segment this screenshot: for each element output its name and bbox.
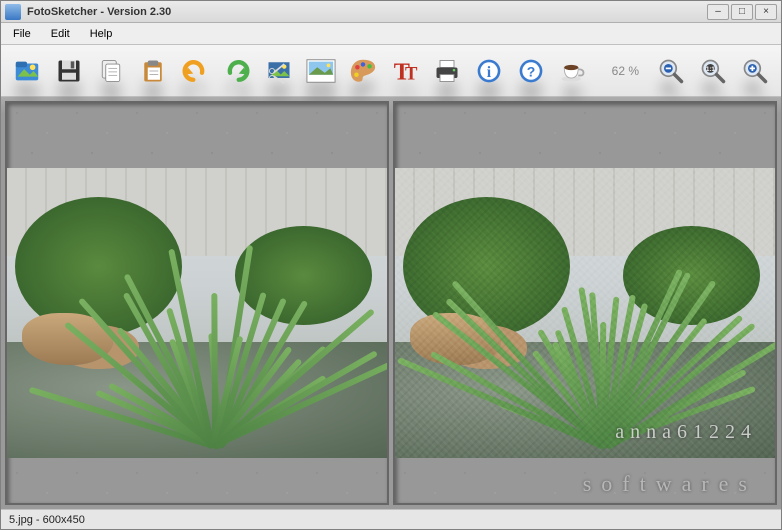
status-text: 5.jpg - 600x450 (9, 514, 85, 526)
close-button[interactable]: × (755, 4, 777, 20)
crop-icon (265, 57, 293, 85)
statusbar: 5.jpg - 600x450 (1, 509, 781, 529)
help-icon: ? (517, 57, 545, 85)
titlebar: FotoSketcher - Version 2.30 – □ × (1, 1, 781, 23)
maximize-button[interactable]: □ (731, 4, 753, 20)
print-button[interactable] (429, 53, 465, 89)
save-button[interactable] (51, 53, 87, 89)
undo-icon (181, 57, 209, 85)
palette-icon (348, 57, 378, 85)
text-button[interactable]: TT (387, 53, 423, 89)
info-button[interactable]: i (471, 53, 507, 89)
toolbar: TT i ? 62 % 1:1 (1, 45, 781, 97)
palette-button[interactable] (345, 53, 381, 89)
copy-icon (97, 57, 125, 85)
watermark-line2: softwares (583, 471, 757, 497)
source-pane[interactable] (5, 101, 389, 505)
redo-button[interactable] (219, 53, 255, 89)
zoom-fit-icon: 1:1 (699, 57, 727, 85)
zoom-in-button[interactable] (737, 53, 773, 89)
source-image (7, 168, 387, 458)
menu-edit[interactable]: Edit (43, 26, 78, 42)
open-button[interactable] (9, 53, 45, 89)
svg-text:T: T (405, 63, 418, 84)
application-window: FotoSketcher - Version 2.30 – □ × File E… (0, 0, 782, 530)
window-controls: – □ × (707, 4, 777, 20)
coffee-icon (559, 57, 587, 85)
zoom-out-button[interactable] (653, 53, 689, 89)
zoom-out-icon (657, 57, 685, 85)
result-pane[interactable]: anna61224 softwares (393, 101, 777, 505)
donate-button[interactable] (555, 53, 591, 89)
svg-text:?: ? (527, 63, 536, 79)
undo-button[interactable] (177, 53, 213, 89)
svg-text:i: i (487, 64, 492, 81)
menubar: File Edit Help (1, 23, 781, 45)
image-icon (306, 58, 336, 84)
window-title: FotoSketcher - Version 2.30 (27, 6, 707, 18)
help-button[interactable]: ? (513, 53, 549, 89)
minimize-button[interactable]: – (707, 4, 729, 20)
menu-help[interactable]: Help (82, 26, 121, 42)
image-button[interactable] (303, 53, 339, 89)
result-image: anna61224 (395, 168, 775, 458)
zoom-group: 62 % 1:1 (612, 53, 773, 89)
text-icon: TT (390, 57, 420, 85)
crop-button[interactable] (261, 53, 297, 89)
paste-icon (139, 57, 167, 85)
zoom-label: 62 % (612, 64, 639, 78)
paste-button[interactable] (135, 53, 171, 89)
open-icon (12, 56, 42, 86)
workspace: anna61224 softwares (1, 97, 781, 509)
info-icon: i (475, 57, 503, 85)
zoom-fit-button[interactable]: 1:1 (695, 53, 731, 89)
copy-button[interactable] (93, 53, 129, 89)
print-icon (433, 57, 461, 85)
save-icon (55, 57, 83, 85)
redo-icon (223, 57, 251, 85)
menu-file[interactable]: File (5, 26, 39, 42)
zoom-in-icon (741, 57, 769, 85)
app-icon (5, 4, 21, 20)
svg-text:1:1: 1:1 (706, 66, 715, 73)
